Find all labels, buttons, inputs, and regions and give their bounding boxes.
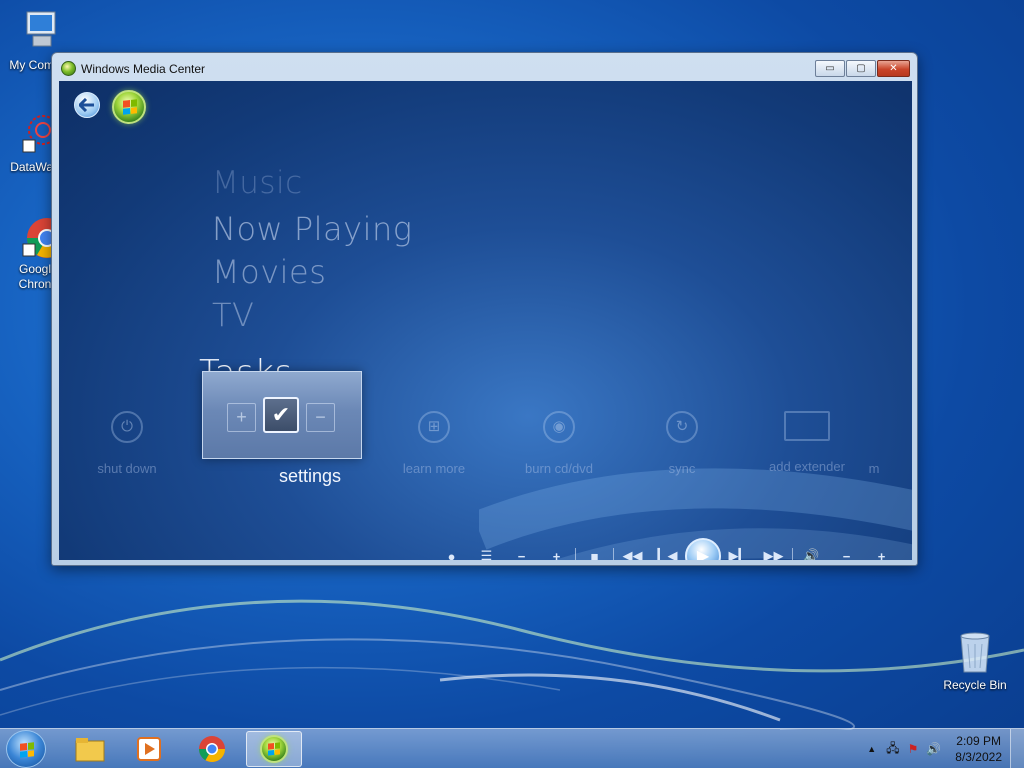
menu-item-movies[interactable]: Movies [212,253,326,291]
show-desktop-button[interactable] [1010,729,1024,768]
media-center-icon [260,735,288,763]
minus-icon: − [306,403,335,432]
task-settings-focused[interactable]: + ✔ − [202,371,362,459]
close-button[interactable]: ✕ [877,60,910,77]
taskbar-media-center[interactable] [246,731,302,767]
system-tray: ▲ 🖧 ⚑ 🔊 2:09 PM 8/3/2022 [867,729,1002,768]
media-center-window: Windows Media Center ▭ ▢ ✕ Music Now Pla… [51,52,918,566]
window-title: Windows Media Center [81,62,206,76]
desktop-icon-recycle-bin[interactable]: Recycle Bin [940,630,1010,693]
volume-icon[interactable]: 🔊 [926,742,941,756]
taskbar-explorer[interactable] [62,731,118,767]
guide-button[interactable]: ☰ [469,542,504,560]
volume-up-button[interactable]: + [864,542,899,561]
mute-button[interactable]: 🔊 [794,542,829,560]
play-button[interactable]: ▶ [685,538,721,560]
task-label-settings: settings [279,466,342,486]
window-titlebar[interactable]: Windows Media Center ▭ ▢ ✕ [52,53,917,83]
checkmark-icon: ✔ [263,397,299,433]
computer-icon [13,10,57,54]
record-button[interactable]: ● [434,542,469,561]
fast-forward-button[interactable]: ▶▶ [756,542,791,560]
show-hidden-icons-icon[interactable]: ▲ [867,744,876,754]
play-icon: ▶ [696,548,710,560]
transport-controls: ● ☰ − + ■ ◀◀ ▎◀ ▶ ▶▎ ▶▶ 🔊 − + [434,538,899,561]
back-arrow-icon [79,98,94,112]
windows-flag-icon [20,742,34,758]
windows-flag-icon [123,99,137,115]
task-label: m [868,461,880,476]
desktop-swoosh [0,599,1024,730]
task-burn-cd-dvd[interactable]: ◉ burn cd/dvd [499,411,619,476]
power-icon: ⏻ [111,411,143,443]
previous-button[interactable]: ▎◀ [650,542,685,560]
next-button[interactable]: ▶▎ [721,542,756,560]
separator [792,548,793,560]
task-more[interactable]: m [844,411,904,476]
minimize-button[interactable]: ▭ [815,60,845,77]
menu-item-tv[interactable]: TV [212,296,254,334]
sync-icon: ↻ [666,411,698,443]
separator [613,548,614,560]
taskbar: ▲ 🖧 ⚑ 🔊 2:09 PM 8/3/2022 [0,728,1024,768]
back-button[interactable] [74,92,100,118]
task-label: learn more [402,461,466,476]
action-center-icon[interactable]: ⚑ [908,742,919,756]
chrome-icon [198,736,226,763]
start-button[interactable] [6,730,46,768]
media-center-logo-icon [61,61,76,76]
channel-down-button[interactable]: − [504,542,539,561]
windows-flag-icon [268,742,280,756]
task-label: burn cd/dvd [525,461,593,476]
desktop-icon-label: Recycle Bin [943,678,1007,692]
stop-button[interactable]: ■ [577,542,612,561]
recycle-bin-icon [953,630,997,674]
plus-icon: + [227,403,256,432]
task-label: shut down [97,461,157,476]
volume-down-button[interactable]: − [829,542,864,561]
rewind-button[interactable]: ◀◀ [615,542,650,560]
folder-icon [75,738,105,762]
task-label: sync [668,461,696,476]
network-icon[interactable]: 🖧 [886,739,899,760]
taskbar-chrome[interactable] [184,731,240,767]
windows-flag-icon: ⊞ [418,411,450,443]
media-center-start-button[interactable] [112,90,146,124]
restore-button[interactable]: ▢ [846,60,876,77]
task-learn-more[interactable]: ⊞ learn more [374,411,494,476]
monitor-icon [784,411,830,441]
task-shut-down[interactable]: ⏻ shut down [67,411,187,476]
menu-item-music[interactable]: Music [212,165,303,201]
task-sync[interactable]: ↻ sync [622,411,742,476]
channel-up-button[interactable]: + [539,542,574,561]
taskbar-media-player[interactable] [121,731,177,767]
media-center-content: Music Now Playing Movies TV Tasks ⏻ shut… [59,81,912,560]
media-player-icon [137,737,161,761]
clock[interactable]: 2:09 PM 8/3/2022 [955,733,1002,765]
disc-icon: ◉ [543,411,575,443]
clock-date: 8/3/2022 [955,750,1002,764]
clock-time: 2:09 PM [956,734,1001,748]
separator [575,548,576,560]
more-icon [858,411,890,443]
menu-item-now-playing[interactable]: Now Playing [212,210,412,248]
